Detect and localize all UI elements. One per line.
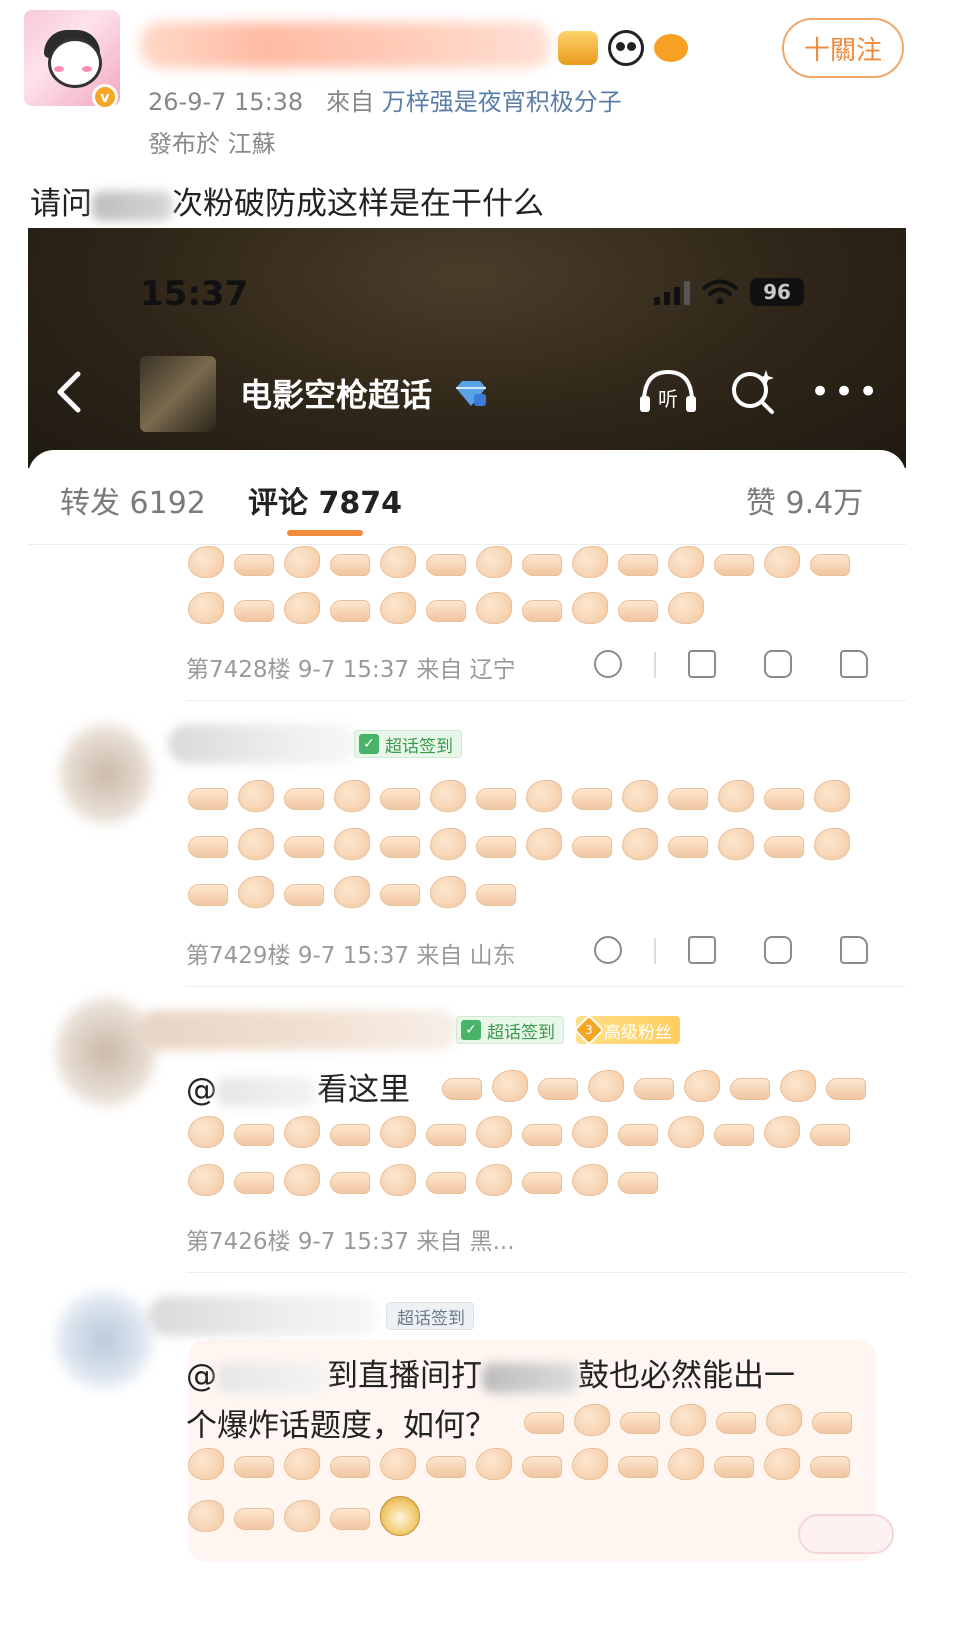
doge-icon — [380, 1496, 420, 1536]
emoji-row — [188, 876, 516, 908]
divider — [186, 986, 906, 987]
tab-comment[interactable]: 评论 7874 — [248, 478, 402, 522]
emoji-row — [188, 828, 850, 860]
wifi-icon — [702, 279, 738, 305]
embedded-screenshot: 15:37 96 电影空枪超话 听 ••• 转发 6192 评论 7874 赞 … — [28, 228, 906, 1641]
post-text: 请问 次粉破防成这样是在干什么 — [30, 186, 544, 222]
blurred-text — [92, 190, 172, 221]
commenter-avatar[interactable] — [56, 998, 156, 1106]
author-name-blurred[interactable] — [140, 22, 550, 68]
action-separator — [654, 938, 656, 964]
panda-icon — [608, 30, 644, 66]
verified-badge: v — [92, 84, 118, 110]
fan-level-badge: 3 高级粉丝 — [573, 1014, 680, 1046]
emoji-react-icon[interactable] — [594, 650, 622, 678]
comment-meta: 第7426楼 9-7 15:37 来自 黑... — [186, 1229, 515, 1255]
share-icon[interactable] — [688, 650, 716, 678]
pufferfish-icon — [654, 34, 688, 62]
post-location: 發布於 江蘇 — [148, 130, 276, 158]
comment-text-line1: @ 到直播间打 鼓也必然能出一 — [186, 1358, 795, 1394]
post-source[interactable]: 万梓强是夜宵积极分子 — [382, 88, 622, 116]
tab-bar: 转发 6192 评论 7874 赞 9.4万 — [28, 450, 906, 542]
status-time: 15:37 — [140, 274, 249, 314]
signal-icon — [654, 279, 690, 305]
topic-header-bg: 15:37 96 电影空枪超话 听 ••• — [28, 228, 906, 468]
share-icon[interactable] — [688, 936, 716, 964]
emoji-row — [188, 1496, 420, 1536]
check-icon: ✓ — [359, 734, 379, 754]
blurred-text — [482, 1362, 578, 1393]
headphone-icon[interactable]: 听 — [638, 368, 698, 416]
emoji-row — [442, 1070, 866, 1102]
blurred-mention — [217, 1362, 327, 1393]
divider — [186, 1272, 906, 1273]
checkin-badge: ✓ 超话签到 — [354, 730, 462, 758]
emoji-react-icon[interactable] — [594, 936, 622, 964]
back-icon[interactable] — [54, 370, 84, 425]
more-icon[interactable]: ••• — [810, 368, 882, 416]
cat-decoration-icon — [798, 1514, 894, 1554]
topic-title[interactable]: 电影空枪超话 — [240, 370, 432, 416]
post-time: 26-9-7 15:38 — [148, 88, 304, 116]
search-icon[interactable] — [730, 368, 778, 416]
comment-meta: 第7428楼 9-7 15:37 来自 辽宁 — [186, 657, 516, 683]
listen-label: 听 — [658, 387, 678, 411]
emoji-row — [188, 1164, 658, 1196]
commenter-name-blurred[interactable] — [138, 1010, 458, 1050]
comment-meta: 第7429楼 9-7 15:37 来自 山东 — [186, 943, 516, 969]
tab-repost[interactable]: 转发 6192 — [60, 478, 206, 522]
check-icon: ✓ — [461, 1020, 481, 1040]
status-icons: 96 — [654, 278, 804, 306]
checkin-badge: ✓ 超话签到 — [456, 1016, 564, 1044]
commenter-avatar[interactable] — [56, 1292, 152, 1388]
active-tab-indicator — [287, 530, 363, 536]
reply-icon[interactable] — [764, 936, 792, 964]
blurred-mention — [217, 1076, 317, 1107]
action-separator — [654, 652, 656, 678]
diamond-level-icon — [454, 380, 488, 408]
emoji-row — [188, 1448, 850, 1480]
source-prefix: 來自 — [326, 88, 375, 116]
divider — [28, 544, 906, 545]
divider — [186, 700, 906, 701]
like-icon[interactable] — [840, 936, 868, 964]
emoji-row — [188, 592, 704, 624]
topic-avatar[interactable] — [140, 356, 216, 432]
commenter-avatar[interactable] — [60, 724, 152, 824]
like-icon[interactable] — [840, 650, 868, 678]
topic-actions: 听 ••• — [638, 368, 882, 416]
checkin-badge: 超话签到 — [386, 1302, 474, 1330]
comment-text: @ 看这里 — [186, 1072, 410, 1108]
crown-icon — [558, 31, 598, 65]
reply-icon[interactable] — [764, 650, 792, 678]
emoji-row — [524, 1404, 852, 1436]
battery-icon: 96 — [750, 278, 804, 306]
comment-text-line2: 个爆炸话题度，如何？ — [186, 1408, 496, 1444]
follow-button[interactable]: 十關注 — [782, 18, 904, 78]
commenter-name-blurred[interactable] — [148, 1296, 378, 1336]
user-badges — [558, 28, 688, 68]
emoji-row — [188, 546, 850, 578]
emoji-row — [188, 780, 850, 812]
emoji-row — [188, 1116, 850, 1148]
post-meta: 26-9-7 15:38 來自 万梓强是夜宵积极分子 — [148, 82, 622, 117]
commenter-name-blurred[interactable] — [168, 724, 358, 764]
tab-like[interactable]: 赞 9.4万 — [746, 478, 863, 522]
